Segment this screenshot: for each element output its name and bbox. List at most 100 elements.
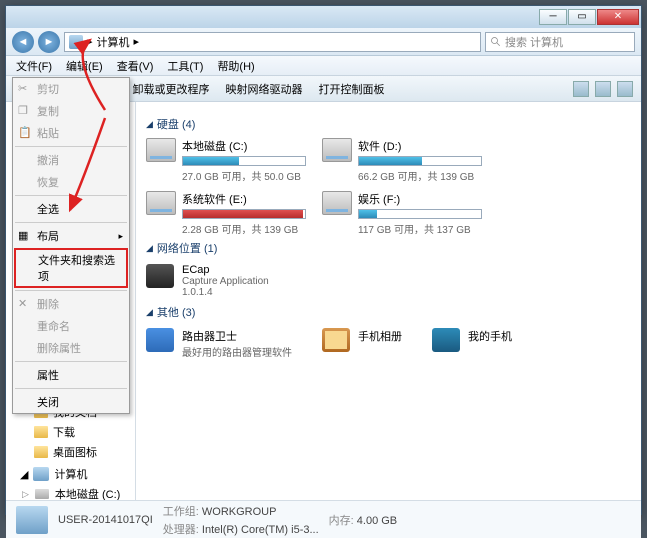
sidebar-item-drive-c[interactable]: ▷本地磁盘 (C:) — [6, 484, 136, 500]
sidebar-item-downloads[interactable]: 下载 — [6, 422, 135, 442]
search-placeholder: 搜索 计算机 — [505, 34, 563, 50]
drive-stats: 27.0 GB 可用，共 50.0 GB — [182, 168, 306, 183]
menu-remove-props[interactable]: 删除属性 — [13, 337, 129, 359]
back-button[interactable]: ◄ — [12, 31, 34, 53]
drive-item[interactable]: 软件 (D:) 66.2 GB 可用，共 139 GB — [322, 138, 482, 183]
breadcrumb[interactable]: ▸ 计算机 ▸ — [64, 32, 481, 52]
netloc-name: ECap — [182, 264, 269, 276]
organize-menu: ✂剪切 ❐复制 📋粘贴 撤消 恢复 全选 ▦布局 文件夹和搜索选项 ✕删除 重命… — [12, 77, 130, 414]
menu-help[interactable]: 帮助(H) — [217, 58, 254, 74]
preview-pane-button[interactable] — [595, 81, 611, 97]
menu-properties[interactable]: 属性 — [13, 364, 129, 386]
cut-icon: ✂ — [18, 82, 32, 96]
titlebar: ─ ▭ ✕ — [6, 6, 641, 28]
sidebar-group-computer[interactable]: ◢计算机 — [6, 462, 135, 484]
other-name: 我的手机 — [468, 328, 512, 344]
menu-delete[interactable]: ✕删除 — [13, 293, 129, 315]
maximize-button[interactable]: ▭ — [568, 9, 596, 25]
search-input[interactable]: 搜索 计算机 — [485, 32, 635, 52]
netloc-sub2: 1.0.1.4 — [182, 287, 269, 298]
drive-usage-bar — [182, 209, 306, 219]
delete-icon: ✕ — [18, 297, 32, 311]
drive-item[interactable]: 娱乐 (F:) 117 GB 可用，共 137 GB — [322, 191, 482, 236]
breadcrumb-sep: ▸ — [134, 35, 140, 48]
view-mode-button[interactable] — [573, 81, 589, 97]
drive-stats: 117 GB 可用，共 137 GB — [358, 221, 482, 236]
drive-icon — [35, 489, 49, 499]
drive-name: 系统软件 (E:) — [182, 191, 306, 207]
paste-icon: 📋 — [18, 126, 32, 140]
collapse-icon: ◢ — [146, 307, 153, 318]
control-panel-button[interactable]: 打开控制面板 — [319, 81, 385, 97]
menu-redo[interactable]: 恢复 — [13, 171, 129, 193]
search-icon — [490, 36, 502, 48]
other-item[interactable]: 路由器卫士 最好用的路由器管理软件 — [146, 326, 292, 361]
menu-copy[interactable]: ❐复制 — [13, 100, 129, 122]
map-drive-button[interactable]: 映射网络驱动器 — [226, 81, 303, 97]
statusbar: USER-20141017QI 工作组: WORKGROUP 处理器: Inte… — [6, 500, 641, 538]
close-button[interactable]: ✕ — [597, 9, 639, 25]
wifi-icon — [146, 328, 174, 352]
other-sub: 最好用的路由器管理软件 — [182, 344, 292, 359]
group-hdd[interactable]: ◢硬盘 (4) — [146, 116, 631, 132]
other-name: 手机相册 — [358, 328, 402, 344]
menu-paste[interactable]: 📋粘贴 — [13, 122, 129, 144]
group-netloc[interactable]: ◢网络位置 (1) — [146, 240, 631, 256]
drive-icon — [146, 191, 176, 215]
drive-name: 软件 (D:) — [358, 138, 482, 154]
netloc-item[interactable]: ECap Capture Application 1.0.1.4 — [146, 262, 631, 300]
copy-icon: ❐ — [18, 104, 32, 118]
sidebar-item-desktop[interactable]: 桌面图标 — [6, 442, 135, 462]
collapse-icon: ◢ — [146, 243, 153, 254]
menu-rename[interactable]: 重命名 — [13, 315, 129, 337]
camera-icon — [146, 264, 174, 288]
phone-icon — [432, 328, 460, 352]
breadcrumb-sep: ▸ — [87, 35, 93, 48]
drive-icon — [322, 138, 352, 162]
menu-undo[interactable]: 撤消 — [13, 149, 129, 171]
computer-icon — [33, 467, 49, 481]
help-button[interactable] — [617, 81, 633, 97]
group-other[interactable]: ◢其他 (3) — [146, 304, 631, 320]
drive-usage-bar — [358, 209, 482, 219]
drive-item[interactable]: 系统软件 (E:) 2.28 GB 可用，共 139 GB — [146, 191, 306, 236]
menu-edit[interactable]: 编辑(E) — [66, 58, 103, 74]
drive-stats: 2.28 GB 可用，共 139 GB — [182, 221, 306, 236]
netloc-sub1: Capture Application — [182, 276, 269, 287]
address-bar: ◄ ► ▸ 计算机 ▸ 搜索 计算机 — [6, 28, 641, 56]
drive-stats: 66.2 GB 可用，共 139 GB — [358, 168, 482, 183]
drive-usage-bar — [182, 156, 306, 166]
other-name: 路由器卫士 — [182, 328, 292, 344]
menu-folder-options[interactable]: 文件夹和搜索选项 — [14, 248, 128, 288]
frame-icon — [322, 328, 350, 352]
menu-select-all[interactable]: 全选 — [13, 198, 129, 220]
expand-icon: ◢ — [20, 468, 28, 481]
other-item[interactable]: 我的手机 — [432, 326, 512, 361]
breadcrumb-label[interactable]: 计算机 — [97, 34, 130, 50]
menu-file[interactable]: 文件(F) — [16, 58, 52, 74]
menu-tools[interactable]: 工具(T) — [167, 58, 203, 74]
other-item[interactable]: 手机相册 — [322, 326, 402, 361]
drive-item[interactable]: 本地磁盘 (C:) 27.0 GB 可用，共 50.0 GB — [146, 138, 306, 183]
menubar: 文件(F) 编辑(E) 查看(V) 工具(T) 帮助(H) — [6, 56, 641, 76]
drive-icon — [146, 138, 176, 162]
content-pane: ◢硬盘 (4) 本地磁盘 (C:) 27.0 GB 可用，共 50.0 GB 软… — [136, 102, 641, 500]
minimize-button[interactable]: ─ — [539, 9, 567, 25]
toolbar-right — [573, 81, 641, 97]
layout-icon: ▦ — [18, 229, 32, 243]
menu-view[interactable]: 查看(V) — [117, 58, 154, 74]
drive-name: 娱乐 (F:) — [358, 191, 482, 207]
drive-icon — [322, 191, 352, 215]
drive-name: 本地磁盘 (C:) — [182, 138, 306, 154]
uninstall-button[interactable]: 卸载或更改程序 — [133, 81, 210, 97]
menu-layout[interactable]: ▦布局 — [13, 225, 129, 247]
drive-usage-bar — [358, 156, 482, 166]
computer-icon — [69, 35, 83, 49]
folder-icon — [34, 426, 48, 438]
folder-icon — [34, 446, 48, 458]
menu-close[interactable]: 关闭 — [13, 391, 129, 413]
forward-button[interactable]: ► — [38, 31, 60, 53]
menu-cut[interactable]: ✂剪切 — [13, 78, 129, 100]
expand-icon: ▷ — [22, 489, 29, 500]
collapse-icon: ◢ — [146, 119, 153, 130]
